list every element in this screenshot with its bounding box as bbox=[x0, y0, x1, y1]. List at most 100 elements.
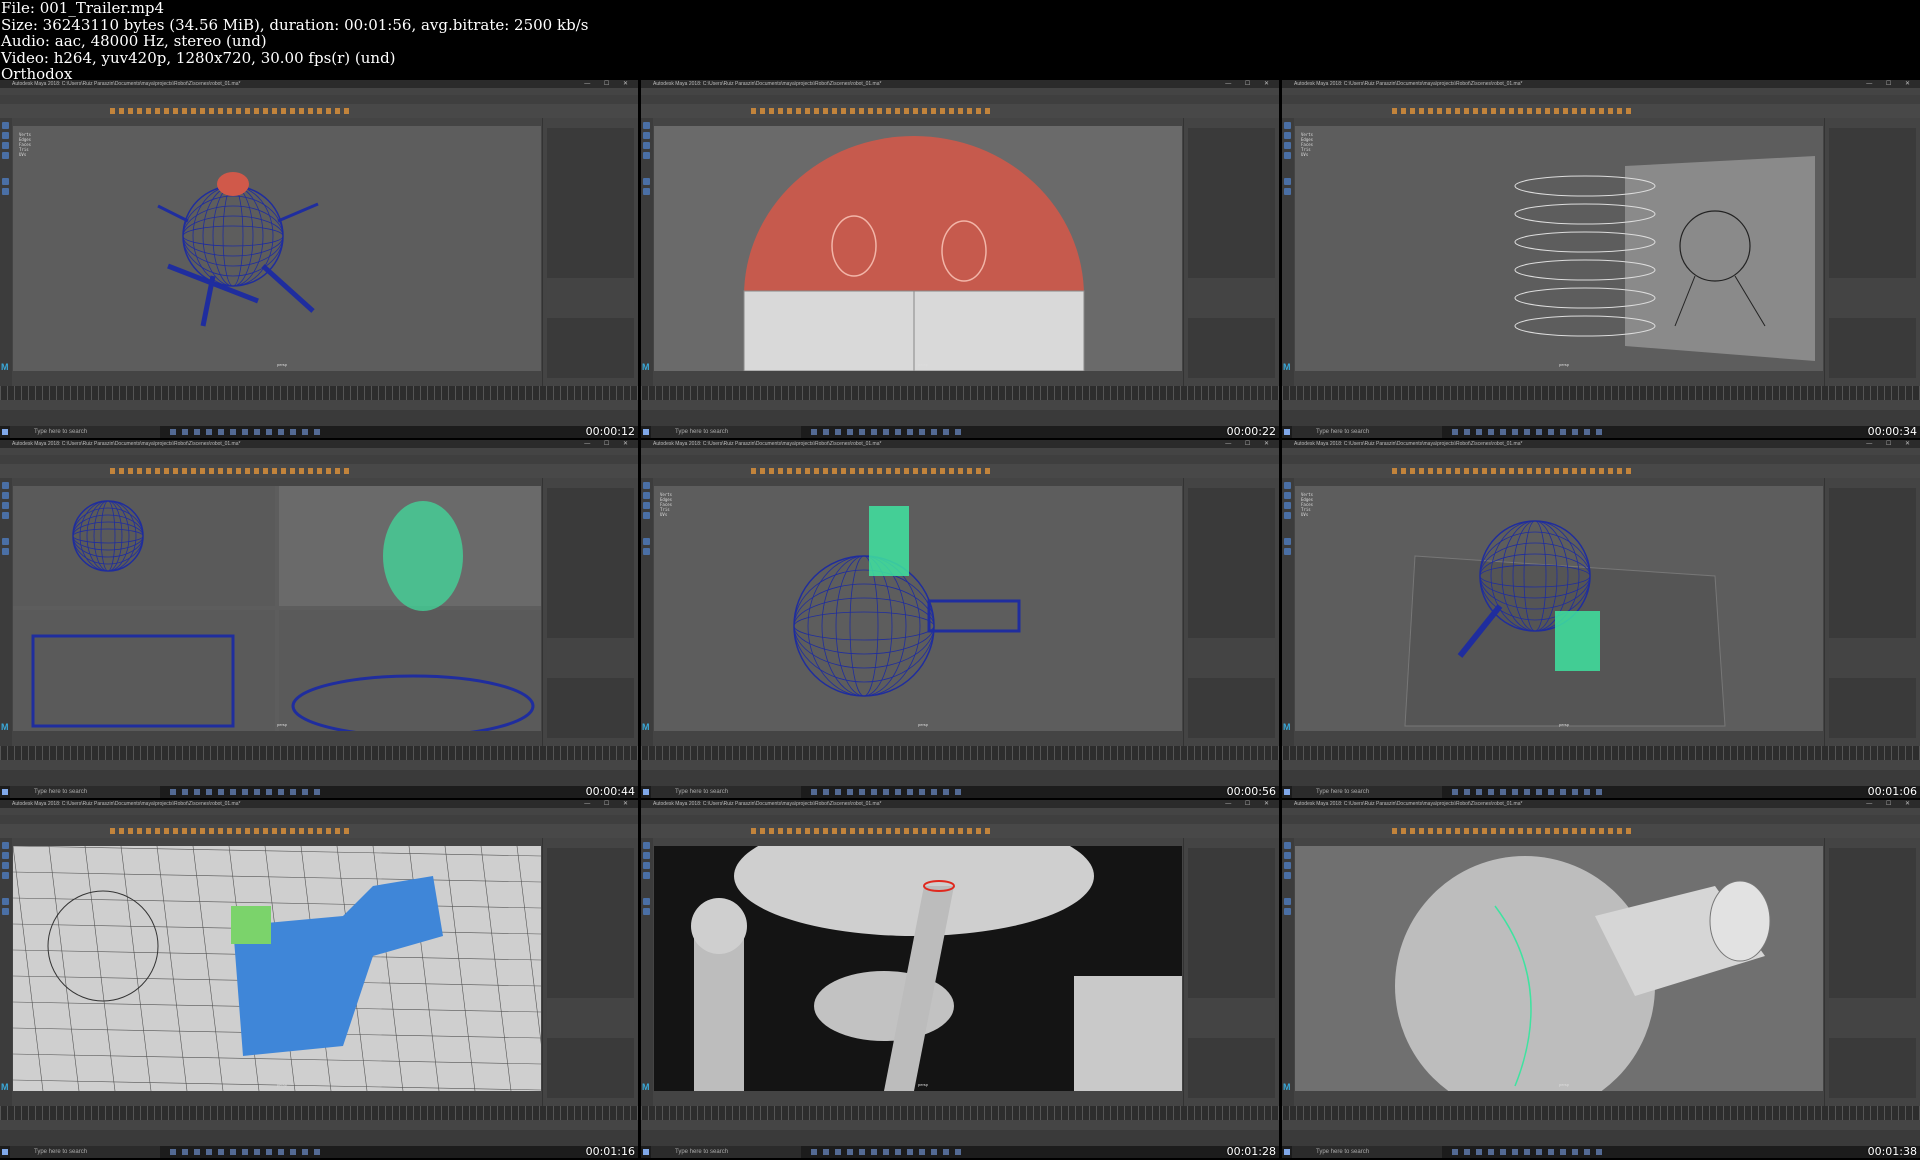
status-line[interactable] bbox=[0, 95, 638, 104]
toolbox[interactable] bbox=[1282, 838, 1294, 1106]
shelf[interactable] bbox=[1282, 104, 1920, 118]
toolbox[interactable] bbox=[1282, 118, 1294, 386]
toolbox[interactable] bbox=[641, 118, 653, 386]
select-tool-icon[interactable] bbox=[1284, 482, 1291, 489]
taskbar-search[interactable]: Type here to search bbox=[651, 786, 801, 798]
viewport[interactable]: VertsEdgesFacesTrisUVs persp bbox=[654, 846, 1182, 1091]
lasso-tool-icon[interactable] bbox=[643, 852, 650, 859]
time-slider[interactable] bbox=[0, 1106, 638, 1120]
layout-icon[interactable] bbox=[1284, 898, 1291, 905]
shelf-icons[interactable] bbox=[110, 468, 350, 474]
taskbar-app-icons[interactable] bbox=[1452, 789, 1602, 795]
lasso-tool-icon[interactable] bbox=[1284, 852, 1291, 859]
shelf-icons[interactable] bbox=[1392, 468, 1632, 474]
move-tool-icon[interactable] bbox=[643, 512, 650, 519]
taskbar-search[interactable]: Type here to search bbox=[1292, 786, 1442, 798]
time-slider[interactable] bbox=[641, 1106, 1279, 1120]
layout-icon[interactable] bbox=[643, 908, 650, 915]
channel-box[interactable] bbox=[1824, 838, 1920, 1106]
layer-editor[interactable] bbox=[1829, 318, 1916, 378]
shelf[interactable] bbox=[641, 464, 1279, 478]
shelf-icons[interactable] bbox=[751, 828, 991, 834]
taskbar-app-icons[interactable] bbox=[170, 1149, 320, 1155]
paint-tool-icon[interactable] bbox=[643, 142, 650, 149]
layout-icon[interactable] bbox=[2, 908, 9, 915]
select-tool-icon[interactable] bbox=[643, 482, 650, 489]
layout-icon[interactable] bbox=[1284, 538, 1291, 545]
toolbox[interactable] bbox=[0, 838, 12, 1106]
move-tool-icon[interactable] bbox=[2, 152, 9, 159]
window-controls[interactable]: — ☐ ✕ bbox=[1866, 80, 1916, 88]
layer-editor[interactable] bbox=[547, 1038, 634, 1098]
taskbar-app-icons[interactable] bbox=[811, 789, 961, 795]
windows-start-icon[interactable] bbox=[643, 1149, 649, 1155]
taskbar-search[interactable]: Type here to search bbox=[651, 1146, 801, 1158]
shelf[interactable] bbox=[0, 824, 638, 838]
window-controls[interactable]: — ☐ ✕ bbox=[584, 800, 634, 808]
command-line[interactable] bbox=[0, 770, 638, 786]
time-slider[interactable] bbox=[1282, 386, 1920, 400]
layout-icon[interactable] bbox=[2, 548, 9, 555]
viewport-menu[interactable] bbox=[654, 478, 1182, 486]
shelf[interactable] bbox=[1282, 824, 1920, 838]
range-slider[interactable] bbox=[0, 760, 638, 770]
lasso-tool-icon[interactable] bbox=[2, 132, 9, 139]
windows-start-icon[interactable] bbox=[643, 789, 649, 795]
taskbar-search[interactable]: Type here to search bbox=[10, 786, 160, 798]
paint-tool-icon[interactable] bbox=[2, 862, 9, 869]
channel-box[interactable] bbox=[1824, 118, 1920, 386]
select-tool-icon[interactable] bbox=[643, 842, 650, 849]
toolbox[interactable] bbox=[0, 478, 12, 746]
paint-tool-icon[interactable] bbox=[1284, 142, 1291, 149]
select-tool-icon[interactable] bbox=[2, 842, 9, 849]
shelf-icons[interactable] bbox=[751, 468, 991, 474]
toolbox[interactable] bbox=[641, 478, 653, 746]
command-line[interactable] bbox=[641, 770, 1279, 786]
range-slider[interactable] bbox=[1282, 760, 1920, 770]
window-controls[interactable]: — ☐ ✕ bbox=[1225, 80, 1275, 88]
taskbar-search[interactable]: Type here to search bbox=[10, 1146, 160, 1158]
viewport[interactable]: VertsEdgesFacesTrisUVs persp bbox=[13, 486, 541, 731]
channel-list[interactable] bbox=[1829, 488, 1916, 638]
range-slider[interactable] bbox=[641, 760, 1279, 770]
command-line[interactable] bbox=[641, 1130, 1279, 1146]
channel-box[interactable] bbox=[1183, 118, 1279, 386]
paint-tool-icon[interactable] bbox=[2, 142, 9, 149]
select-tool-icon[interactable] bbox=[643, 122, 650, 129]
windows-start-icon[interactable] bbox=[1284, 429, 1290, 435]
time-slider[interactable] bbox=[0, 746, 638, 760]
status-line[interactable] bbox=[641, 815, 1279, 824]
range-slider[interactable] bbox=[0, 400, 638, 410]
channel-box[interactable] bbox=[542, 478, 638, 746]
windows-start-icon[interactable] bbox=[2, 1149, 8, 1155]
layout-icon[interactable] bbox=[2, 178, 9, 185]
status-line[interactable] bbox=[641, 455, 1279, 464]
viewport[interactable]: VertsEdgesFacesTrisUVs persp bbox=[1295, 846, 1823, 1091]
channel-list[interactable] bbox=[547, 128, 634, 278]
channel-list[interactable] bbox=[1188, 488, 1275, 638]
viewport-menu[interactable] bbox=[1295, 478, 1823, 486]
shelf[interactable] bbox=[641, 824, 1279, 838]
time-slider[interactable] bbox=[1282, 1106, 1920, 1120]
taskbar-app-icons[interactable] bbox=[170, 429, 320, 435]
paint-tool-icon[interactable] bbox=[643, 862, 650, 869]
move-tool-icon[interactable] bbox=[643, 152, 650, 159]
status-line[interactable] bbox=[641, 95, 1279, 104]
taskbar-app-icons[interactable] bbox=[811, 429, 961, 435]
shelf-icons[interactable] bbox=[1392, 828, 1632, 834]
shelf[interactable] bbox=[0, 464, 638, 478]
command-line[interactable] bbox=[0, 1130, 638, 1146]
select-tool-icon[interactable] bbox=[1284, 842, 1291, 849]
command-line[interactable] bbox=[1282, 770, 1920, 786]
taskbar-search[interactable]: Type here to search bbox=[1292, 426, 1442, 438]
layout-icon[interactable] bbox=[2, 538, 9, 545]
windows-start-icon[interactable] bbox=[2, 789, 8, 795]
layout-icon[interactable] bbox=[643, 538, 650, 545]
range-slider[interactable] bbox=[0, 1120, 638, 1130]
viewport[interactable]: VertsEdgesFacesTrisUVs persp bbox=[1295, 486, 1823, 731]
channel-list[interactable] bbox=[1829, 128, 1916, 278]
paint-tool-icon[interactable] bbox=[2, 502, 9, 509]
channel-box[interactable] bbox=[542, 118, 638, 386]
layer-editor[interactable] bbox=[547, 318, 634, 378]
shelf-icons[interactable] bbox=[110, 828, 350, 834]
